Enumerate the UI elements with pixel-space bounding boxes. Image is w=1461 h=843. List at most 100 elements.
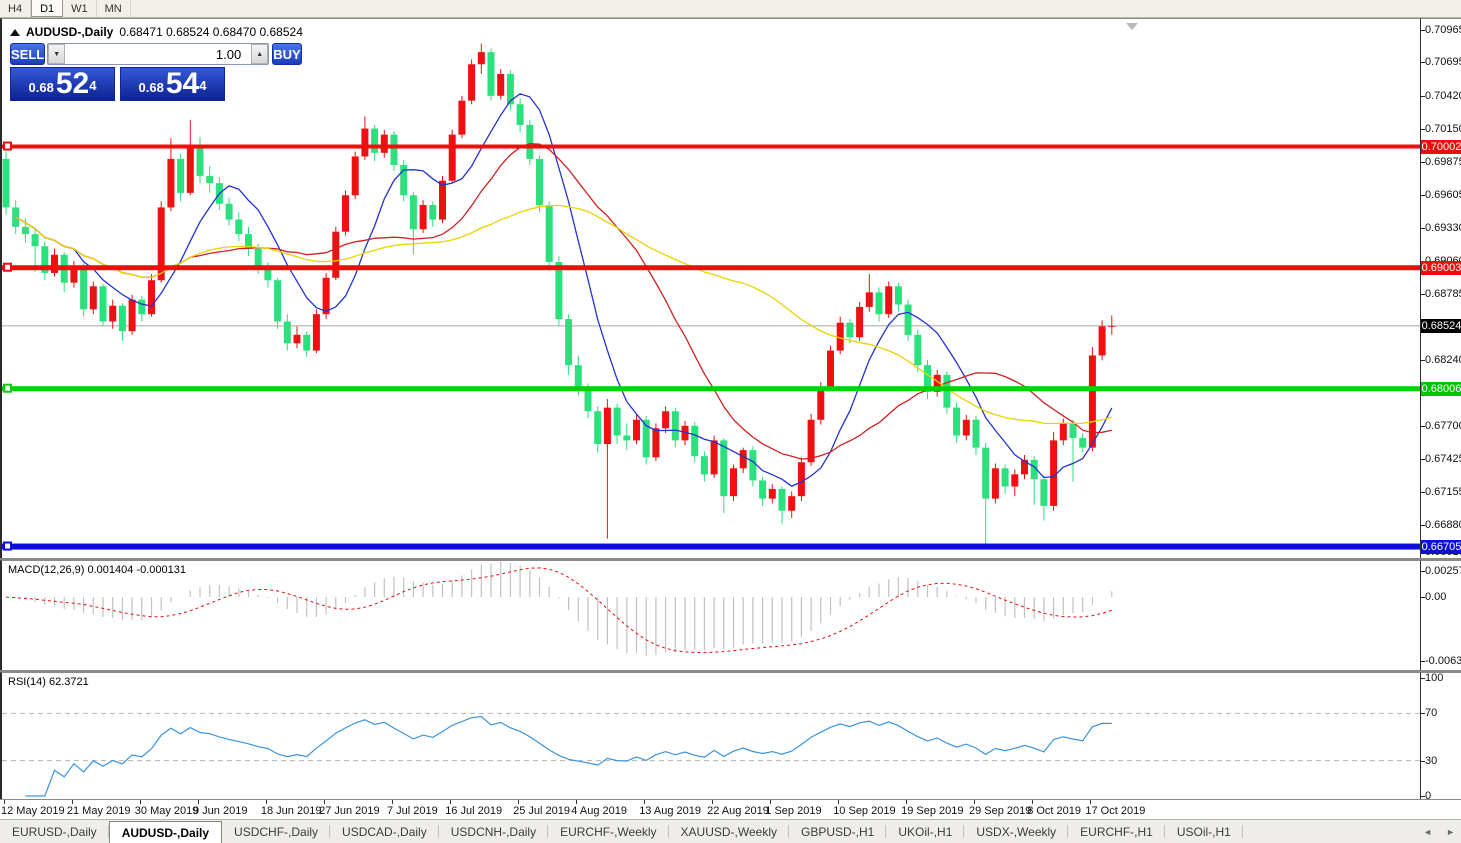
rsi-canvas[interactable] xyxy=(2,673,1422,800)
tab-scroll-left-icon[interactable]: ◄ xyxy=(1423,827,1432,837)
candle-body xyxy=(477,52,485,65)
date-label: 21 May 2019 xyxy=(66,805,131,817)
timeframe-button-h4[interactable]: H4 xyxy=(0,0,32,17)
candle-body xyxy=(439,180,446,220)
candle-body xyxy=(409,195,417,230)
tab-scroll-right-icon[interactable]: ► xyxy=(1446,827,1455,837)
candle-body xyxy=(827,350,834,387)
candle-body xyxy=(80,265,88,310)
candle-body xyxy=(361,128,369,157)
date-label: 13 Aug 2019 xyxy=(639,805,701,817)
volume-decrease-button[interactable]: ▼ xyxy=(48,44,66,64)
candle-body xyxy=(565,319,573,366)
price-axis: 0.70965 0.70695 0.70420 0.70150 0.69875 0.696… xyxy=(1420,18,1461,558)
date-tick xyxy=(198,800,199,804)
candle-body xyxy=(710,440,718,475)
chart-tab-usdchf-daily[interactable]: USDCHF-,Daily xyxy=(222,820,331,843)
chart-tab-eurusd-daily[interactable]: EURUSD-,Daily xyxy=(0,820,109,843)
buy-button[interactable]: BUY xyxy=(272,43,302,65)
timeframe-button-w1[interactable]: W1 xyxy=(63,0,97,17)
macd-canvas[interactable] xyxy=(2,561,1422,671)
date-label: 17 Oct 2019 xyxy=(1085,805,1146,817)
line-anchor-handle xyxy=(3,262,12,272)
candle-body xyxy=(953,407,961,436)
date-label: 10 Sep 2019 xyxy=(833,805,896,817)
sell-price-display[interactable]: 0.68 52 4 xyxy=(10,67,115,101)
candle-body xyxy=(730,468,737,497)
candle-body xyxy=(807,419,815,463)
chart-tab-usdx-weekly[interactable]: USDX-,Weekly xyxy=(964,820,1069,843)
date-tick xyxy=(1032,800,1034,804)
chart-tab-gbpusd-h1[interactable]: GBPUSD-,H1 xyxy=(789,820,887,843)
candle-body xyxy=(555,262,563,320)
candle-body xyxy=(972,419,980,448)
date-tick xyxy=(576,800,578,804)
date-label: 22 Aug 2019 xyxy=(707,805,769,817)
cross-marker: + xyxy=(187,146,194,160)
timeframe-button-mn[interactable]: MN xyxy=(97,0,131,17)
candle-body xyxy=(574,365,582,390)
chart-tab-audusd-daily[interactable]: AUDUSD-,Daily xyxy=(108,821,223,843)
date-label: 18 Jun 2019 xyxy=(260,805,322,817)
volume-increase-button[interactable]: ▲ xyxy=(251,44,269,64)
buy-price-display[interactable]: 0.68 54 4 xyxy=(120,67,225,101)
candle-body xyxy=(594,411,602,445)
date-label: 27 Jun 2019 xyxy=(319,805,380,817)
date-tick xyxy=(450,800,452,804)
candle-body xyxy=(235,219,243,235)
horizontal-level-line xyxy=(2,144,1422,149)
volume-input[interactable] xyxy=(65,44,252,64)
rsi-label: RSI(14) 62.3721 xyxy=(8,676,89,688)
candle-body xyxy=(254,248,262,269)
candle-body xyxy=(817,386,825,420)
one-click-panel-toggle-icon[interactable] xyxy=(10,28,20,36)
candle-body xyxy=(943,374,951,408)
chart-tab-usdcad-daily[interactable]: USDCAD-,Daily xyxy=(330,820,439,843)
rsi-panel: RSI(14) 62.3721 xyxy=(0,672,1422,800)
candle-body xyxy=(1088,355,1096,448)
price-chart-panel: + AUDUSD-,Daily 0.68471 0.68524 0.68470 … xyxy=(0,18,1422,558)
date-label: 8 Oct 2019 xyxy=(1027,805,1082,817)
chart-tab-usdcnh-daily[interactable]: USDCNH-,Daily xyxy=(439,820,549,843)
chart-tab-xauusd-weekly[interactable]: XAUUSD-,Weekly xyxy=(669,820,789,843)
candle-body xyxy=(177,158,185,193)
price-tick-label: 0.68240 xyxy=(1425,354,1461,367)
date-tick xyxy=(4,800,5,804)
candle-body xyxy=(148,280,155,315)
candle-body xyxy=(914,334,922,366)
candle-body xyxy=(1001,468,1009,487)
candle-body xyxy=(196,145,204,176)
candle-body xyxy=(1069,423,1077,438)
chart-tab-ukoil-h1[interactable]: UKOil-,H1 xyxy=(886,820,965,843)
date-tick xyxy=(265,800,267,804)
candle-body xyxy=(1098,326,1106,356)
chart-tab-eurchf-h1[interactable]: EURCHF-,H1 xyxy=(1068,820,1165,843)
price-tick-label: 0.70150 xyxy=(1425,122,1461,135)
sell-price-prefix: 0.68 xyxy=(28,80,54,95)
candle-body xyxy=(720,440,728,497)
candle-body xyxy=(2,158,10,208)
date-label: 19 Sep 2019 xyxy=(901,805,964,817)
sell-button[interactable]: SELL xyxy=(10,43,46,65)
chart-tab-eurchf-weekly[interactable]: EURCHF-,Weekly xyxy=(548,820,669,843)
buy-price-sup: 4 xyxy=(199,78,207,93)
trading-terminal-window: H4 D1 W1 MN + AUDUSD-,Daily 0.68471 0.68524… xyxy=(0,0,1461,843)
candle-body xyxy=(118,305,126,332)
macd-signal-line xyxy=(5,567,1112,654)
candle-body xyxy=(691,425,699,457)
candle-body xyxy=(342,195,349,232)
candle-body xyxy=(865,292,873,307)
date-tick xyxy=(906,800,908,804)
chart-header: AUDUSD-,Daily 0.68471 0.68524 0.68470 0.… xyxy=(10,25,303,39)
candle-body xyxy=(584,389,592,412)
sell-price-sup: 4 xyxy=(89,78,97,93)
chart-tab-usoil-h1[interactable]: USOil-,H1 xyxy=(1165,820,1243,843)
moving-average-line-1 xyxy=(15,93,1113,487)
candle-body xyxy=(671,411,679,441)
timeframe-button-d1[interactable]: D1 xyxy=(31,0,64,17)
candle-body xyxy=(536,158,543,205)
candle-body xyxy=(545,204,553,263)
macd-tick-label: -0.006326 xyxy=(1425,655,1461,667)
candle-body xyxy=(904,304,912,335)
line-anchor-handle xyxy=(3,383,12,393)
